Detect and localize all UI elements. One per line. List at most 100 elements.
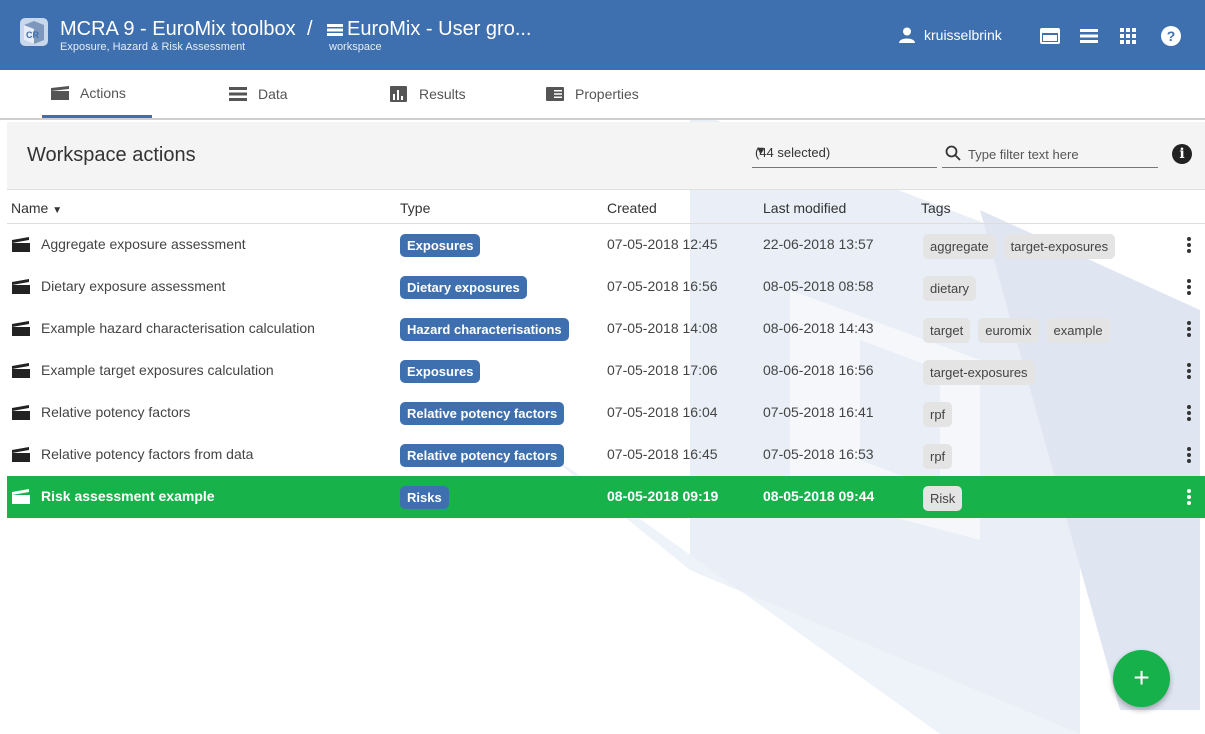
list-view-icon[interactable] <box>1079 27 1099 45</box>
type-badge: Relative potency factors <box>400 444 565 467</box>
created-date: 07-05-2018 16:45 <box>607 446 718 462</box>
tag-chip[interactable]: aggregate <box>923 234 996 259</box>
action-name[interactable]: Example hazard characterisation calculat… <box>41 320 315 336</box>
panel-layout-icon[interactable] <box>1040 27 1060 45</box>
modified-date: 07-05-2018 16:53 <box>763 446 874 462</box>
tag-chip[interactable]: Risk <box>923 486 963 511</box>
created-date: 08-05-2018 09:19 <box>607 488 719 504</box>
main-tabs: Actions Data Results Properties <box>0 70 1205 120</box>
table-row[interactable]: Relative potency factors Relative potency… <box>7 392 1205 434</box>
tag-list: target euromix example <box>923 318 1110 343</box>
tab-label: Data <box>258 86 288 102</box>
list-icon <box>229 87 247 101</box>
tab-properties[interactable]: Properties <box>545 70 639 118</box>
sort-desc-icon: ▼ <box>52 205 63 216</box>
modified-date: 08-05-2018 09:44 <box>763 488 875 504</box>
tag-chip[interactable]: target-exposures <box>923 360 1035 385</box>
column-header-name[interactable]: Name ▼ <box>11 200 62 216</box>
tag-list: target-exposures <box>923 360 1035 385</box>
clapperboard-icon <box>12 363 30 378</box>
type-badge: Hazard characterisations <box>400 318 569 341</box>
tag-chip[interactable]: target-exposures <box>1003 234 1116 259</box>
selection-dropdown[interactable]: (44 selected) ▼ <box>752 142 937 168</box>
apps-grid-icon[interactable] <box>1118 27 1138 45</box>
mcra-logo-icon[interactable]: CR <box>18 16 50 48</box>
clapperboard-icon <box>12 447 30 462</box>
chart-icon <box>390 86 407 102</box>
row-menu-icon[interactable] <box>1185 236 1193 254</box>
action-name[interactable]: Relative potency factors <box>41 404 190 420</box>
modified-date: 08-06-2018 14:43 <box>763 320 874 336</box>
table-row[interactable]: Risk assessment example Risks 08-05-2018 0… <box>7 476 1205 518</box>
clapperboard-icon <box>12 405 30 420</box>
action-name[interactable]: Relative potency factors from data <box>41 446 253 462</box>
table-row[interactable]: Example target exposures calculation Expo… <box>7 350 1205 392</box>
tag-list: rpf <box>923 402 953 427</box>
filter-input[interactable] <box>968 144 1153 164</box>
user-menu[interactable]: kruisselbrink <box>898 27 1002 43</box>
user-icon <box>899 27 915 43</box>
table-header: Name ▼ Type Created Last modified Tags <box>7 190 1205 224</box>
type-badge: Risks <box>400 486 449 509</box>
tab-results[interactable]: Results <box>389 70 466 118</box>
table-row[interactable]: Relative potency factors from data Relati… <box>7 434 1205 476</box>
tag-chip[interactable]: target <box>923 318 971 343</box>
action-name[interactable]: Risk assessment example <box>41 488 215 504</box>
column-header-modified[interactable]: Last modified <box>763 200 846 216</box>
table-body: Aggregate exposure assessment Exposures 07… <box>7 224 1205 518</box>
action-name[interactable]: Example target exposures calculation <box>41 362 274 378</box>
modified-date: 22-06-2018 13:57 <box>763 236 874 252</box>
tag-chip[interactable]: example <box>1046 318 1110 343</box>
row-menu-icon[interactable] <box>1185 278 1193 296</box>
created-date: 07-05-2018 14:08 <box>607 320 718 336</box>
action-name[interactable]: Aggregate exposure assessment <box>41 236 246 252</box>
column-header-type[interactable]: Type <box>400 200 430 216</box>
app-subtitle: Exposure, Hazard & Risk Assessment <box>60 41 246 53</box>
tab-actions[interactable]: Actions <box>42 70 152 118</box>
created-date: 07-05-2018 17:06 <box>607 362 718 378</box>
tab-label: Properties <box>575 86 639 102</box>
table-row[interactable]: Dietary exposure assessment Dietary expos… <box>7 266 1205 308</box>
created-date: 07-05-2018 12:45 <box>607 236 718 252</box>
row-menu-icon[interactable] <box>1185 488 1193 506</box>
svg-text:?: ? <box>1167 28 1176 44</box>
workspace-actions-toolbar: Workspace actions (44 selected) ▼ i <box>7 122 1205 190</box>
add-action-button[interactable]: + <box>1113 650 1170 707</box>
tag-chip[interactable]: euromix <box>978 318 1039 343</box>
column-header-created[interactable]: Created <box>607 200 657 216</box>
tab-label: Actions <box>80 84 126 101</box>
tag-list: Risk <box>923 486 963 511</box>
created-date: 07-05-2018 16:04 <box>607 404 718 420</box>
type-badge: Dietary exposures <box>400 276 527 299</box>
modified-date: 08-05-2018 08:58 <box>763 278 874 294</box>
clapperboard-icon <box>12 237 30 252</box>
info-icon[interactable]: i <box>1172 144 1192 164</box>
column-header-tags[interactable]: Tags <box>921 200 951 216</box>
tag-chip[interactable]: dietary <box>923 276 977 301</box>
workspace-title[interactable]: EuroMix - User gro... <box>347 18 531 41</box>
tag-list: rpf <box>923 444 953 469</box>
clapperboard-icon <box>12 321 30 336</box>
table-row[interactable]: Aggregate exposure assessment Exposures 07… <box>7 224 1205 266</box>
caret-down-icon: ▼ <box>755 145 766 157</box>
help-icon[interactable]: ? <box>1160 25 1182 47</box>
modified-date: 08-06-2018 16:56 <box>763 362 874 378</box>
svg-text:CR: CR <box>26 30 39 40</box>
actions-table: Name ▼ Type Created Last modified Tags A… <box>7 190 1205 518</box>
row-menu-icon[interactable] <box>1185 446 1193 464</box>
created-date: 07-05-2018 16:56 <box>607 278 718 294</box>
clapperboard-icon <box>12 279 30 294</box>
tab-data[interactable]: Data <box>228 70 288 118</box>
row-menu-icon[interactable] <box>1185 320 1193 338</box>
properties-icon <box>546 87 564 101</box>
tag-chip[interactable]: rpf <box>923 402 953 427</box>
table-row[interactable]: Example hazard characterisation calculat… <box>7 308 1205 350</box>
row-menu-icon[interactable] <box>1185 404 1193 422</box>
breadcrumb-separator: / <box>307 18 313 40</box>
action-name[interactable]: Dietary exposure assessment <box>41 278 225 294</box>
app-title[interactable]: MCRA 9 - EuroMix toolbox <box>60 18 296 40</box>
tag-chip[interactable]: rpf <box>923 444 953 469</box>
row-menu-icon[interactable] <box>1185 362 1193 380</box>
filter-field[interactable] <box>942 142 1158 168</box>
search-icon <box>945 145 961 161</box>
